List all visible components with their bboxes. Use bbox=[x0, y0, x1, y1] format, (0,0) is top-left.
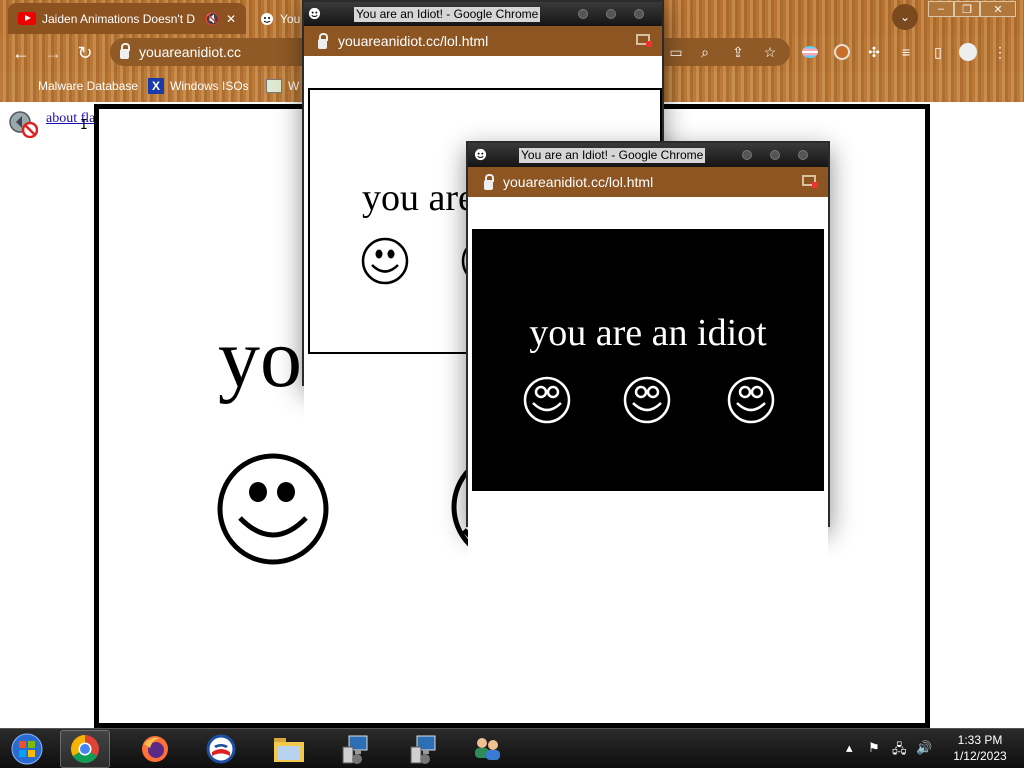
show-hidden-icons-icon[interactable]: ▴ bbox=[846, 740, 853, 756]
smiley-icon bbox=[623, 376, 671, 424]
youtube-icon bbox=[18, 12, 36, 25]
volume-icon[interactable]: 🔊 bbox=[916, 740, 932, 756]
taskbar-file-explorer[interactable] bbox=[264, 730, 314, 768]
extension-flag-icon[interactable] bbox=[800, 42, 820, 62]
minimize-button[interactable]: ‒ bbox=[928, 1, 954, 17]
remote-desktop-icon bbox=[342, 735, 368, 764]
taskbar-obama[interactable] bbox=[196, 730, 246, 768]
smiley-icon bbox=[523, 376, 571, 424]
tab-jaiden-animations[interactable]: Jaiden Animations Doesn't D 🔇 ✕ bbox=[8, 3, 246, 34]
bookmark-windows-isos[interactable]: X Windows ISOs bbox=[148, 76, 249, 96]
big-idiot-text: yo bbox=[218, 312, 302, 405]
smiley-favicon-icon bbox=[261, 12, 273, 25]
bookmark-label: W bbox=[288, 79, 300, 93]
tab-you-are-an-idiot[interactable]: You bbox=[250, 3, 310, 34]
popup-address-bar: youareanidiot.cc/lol.html bbox=[468, 167, 828, 197]
minimize-dot-icon[interactable] bbox=[578, 9, 588, 19]
idiot-frame: you are an idiot bbox=[472, 229, 824, 491]
tab-search-button[interactable]: ⌄ bbox=[892, 4, 918, 30]
popup-title: You are an Idiot! - Google Chrome bbox=[354, 6, 541, 22]
close-dot-icon[interactable] bbox=[798, 150, 808, 160]
close-window-button[interactable]: ✕ bbox=[980, 1, 1016, 17]
start-button[interactable] bbox=[2, 730, 52, 768]
big-smiley-icon bbox=[217, 453, 329, 565]
lock-icon bbox=[120, 43, 130, 59]
idiot-text: you are bbox=[362, 177, 475, 219]
reload-icon: ↻ bbox=[77, 42, 93, 63]
bookmark-label: Windows ISOs bbox=[170, 79, 249, 93]
popup-titlebar[interactable]: You are an Idiot! - Google Chrome bbox=[468, 143, 828, 167]
idiot-text: you are an idiot bbox=[529, 312, 767, 354]
bookmark-star-icon[interactable]: ☆ bbox=[760, 42, 780, 62]
flash-blocked-icon bbox=[9, 111, 38, 138]
restore-icon: ❐ bbox=[962, 3, 972, 16]
popup-address-bar: youareanidiot.cc/lol.html bbox=[304, 26, 662, 56]
firefox-icon bbox=[142, 736, 168, 762]
media-queue-icon[interactable]: ≡ bbox=[896, 42, 916, 62]
popup-title: You are an Idiot! - Google Chrome bbox=[519, 147, 706, 163]
x-logo-icon: X bbox=[148, 78, 164, 94]
search-icon[interactable]: ⌕ bbox=[695, 42, 715, 62]
tab-label: You bbox=[280, 11, 300, 26]
taskbar-remote-desktop-1[interactable] bbox=[330, 730, 380, 768]
back-arrow-icon: ← bbox=[12, 42, 30, 63]
extension-avatar-icon[interactable] bbox=[832, 42, 852, 62]
smiley-favicon-icon bbox=[308, 7, 321, 20]
tab-label: Jaiden Animations Doesn't D bbox=[42, 11, 196, 26]
popup-blocked-icon[interactable]: ▭ bbox=[666, 42, 686, 62]
forward-arrow-icon: → bbox=[44, 42, 62, 63]
folder-icon bbox=[274, 738, 304, 762]
reload-button[interactable]: ↻ bbox=[72, 40, 98, 66]
popup-titlebar[interactable]: You are an Idiot! - Google Chrome bbox=[304, 2, 662, 26]
share-icon[interactable]: ⇪ bbox=[728, 42, 748, 62]
taskbar-network-users[interactable] bbox=[462, 730, 512, 768]
mute-speaker-icon[interactable]: 🔇 bbox=[205, 12, 220, 26]
action-center-flag-icon[interactable]: ⚑ bbox=[868, 740, 880, 756]
forward-button[interactable]: → bbox=[40, 40, 66, 66]
smiley-favicon-icon bbox=[474, 148, 487, 161]
minimize-dot-icon[interactable] bbox=[742, 150, 752, 160]
close-icon: ✕ bbox=[993, 3, 1003, 16]
lock-icon bbox=[318, 33, 328, 49]
minimize-icon: ‒ bbox=[937, 3, 945, 15]
close-tab-icon[interactable]: ✕ bbox=[226, 12, 236, 26]
address-text[interactable]: youareanidiot.cc bbox=[139, 44, 241, 60]
maximize-dot-icon[interactable] bbox=[606, 9, 616, 19]
clock-time: 1:33 PM bbox=[957, 733, 1003, 747]
profile-icon[interactable] bbox=[958, 42, 978, 62]
smiley-icon bbox=[727, 376, 775, 424]
side-panel-icon[interactable]: ▯ bbox=[928, 42, 948, 62]
bookmark-malware-database[interactable]: Malware Database bbox=[38, 76, 138, 96]
maximize-dot-icon[interactable] bbox=[770, 150, 780, 160]
taskbar-firefox[interactable] bbox=[130, 730, 180, 768]
restore-button[interactable]: ❐ bbox=[954, 1, 980, 17]
popup-address-text[interactable]: youareanidiot.cc/lol.html bbox=[338, 33, 488, 49]
taskbar-remote-desktop-2[interactable] bbox=[398, 730, 448, 768]
open-in-window-icon[interactable] bbox=[802, 175, 818, 188]
network-users-icon bbox=[475, 738, 500, 760]
lock-icon bbox=[484, 174, 494, 190]
close-dot-icon[interactable] bbox=[634, 9, 644, 19]
extensions-puzzle-icon[interactable]: ✣ bbox=[864, 42, 884, 62]
text-cursor-icon: I bbox=[80, 118, 88, 133]
system-clock[interactable]: 1:33 PM 1/12/2023 bbox=[940, 732, 1020, 764]
bookmark-w[interactable]: W bbox=[266, 76, 299, 96]
remote-desktop-icon bbox=[410, 735, 436, 764]
back-button[interactable]: ← bbox=[8, 40, 34, 66]
smiley-icon bbox=[361, 237, 409, 285]
popup-address-text[interactable]: youareanidiot.cc/lol.html bbox=[503, 174, 653, 190]
menu-kebab-icon[interactable]: ⋮ bbox=[990, 42, 1010, 62]
obama-logo-icon bbox=[206, 734, 236, 764]
taskbar-chrome[interactable] bbox=[60, 730, 110, 768]
windows-start-orb-icon bbox=[11, 733, 43, 765]
chrome-icon bbox=[71, 735, 99, 763]
open-in-window-icon[interactable] bbox=[636, 34, 652, 47]
clock-date: 1/12/2023 bbox=[953, 749, 1007, 763]
bookmark-label: Malware Database bbox=[38, 79, 139, 93]
network-icon[interactable]: 🖧 bbox=[892, 740, 907, 762]
image-favicon-icon bbox=[266, 79, 282, 93]
idiot-popup-window[interactable]: You are an Idiot! - Google Chrome youare… bbox=[466, 141, 830, 579]
chevron-down-icon: ⌄ bbox=[899, 10, 911, 24]
